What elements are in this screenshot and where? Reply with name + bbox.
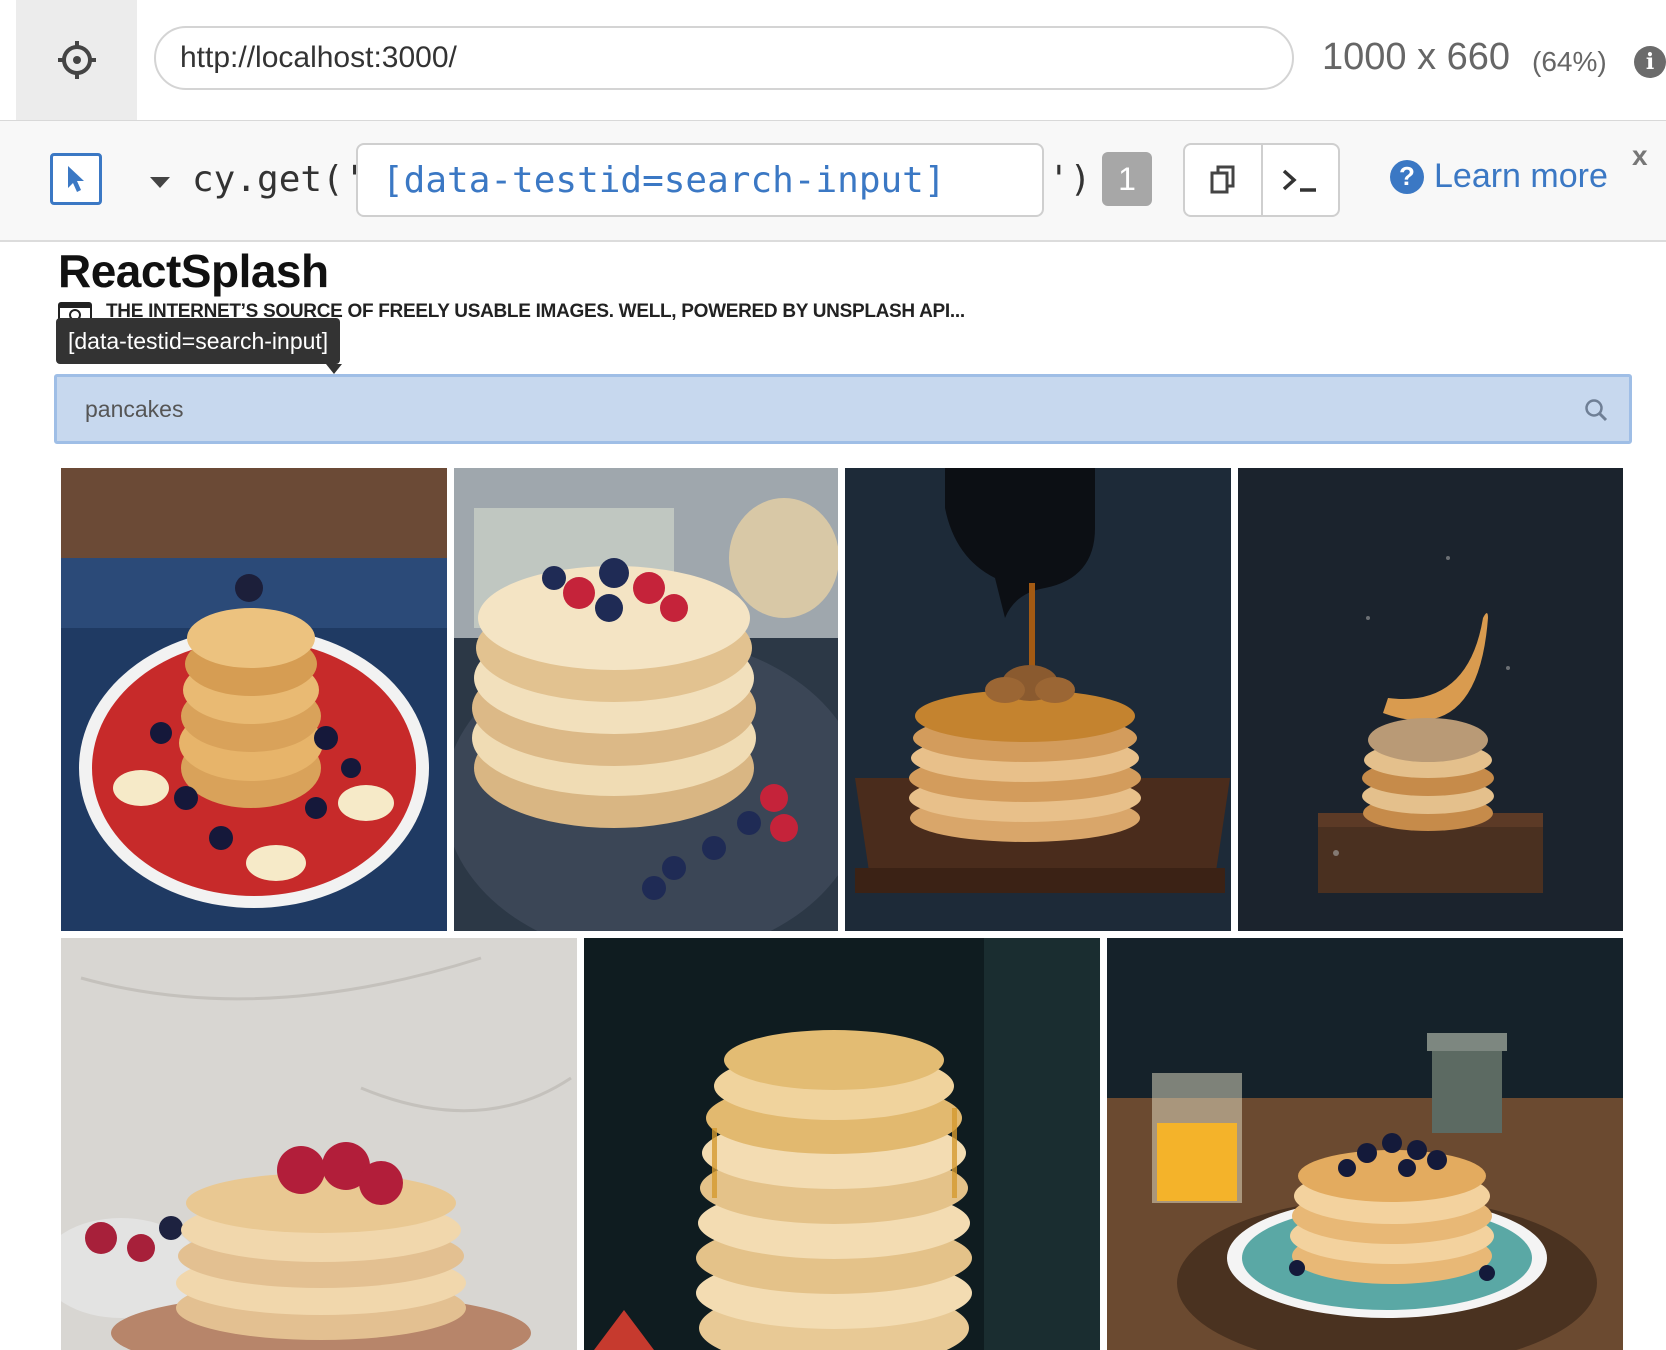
search-input-value: pancakes (85, 395, 184, 422)
method-label: cy.get(' (192, 159, 366, 200)
image-tile-7[interactable] (1107, 938, 1623, 1350)
close-playground-button[interactable]: x (1632, 140, 1648, 172)
pancakes-honey-stack-photo (584, 938, 1100, 1350)
image-tile-6[interactable] (584, 938, 1100, 1350)
image-tile-2[interactable] (454, 468, 838, 931)
image-tile-3[interactable] (845, 468, 1231, 931)
search-input[interactable]: pancakes (54, 374, 1632, 444)
selector-playground: cy.get(' [data-testid=search-input] ') 1… (0, 121, 1666, 242)
image-tile-4[interactable] (1238, 468, 1623, 931)
match-count-badge: 1 (1102, 152, 1152, 206)
playground-actions (1183, 143, 1340, 217)
image-tile-1[interactable] (61, 468, 447, 931)
pancakes-berries-photo (454, 468, 838, 931)
copy-button[interactable] (1185, 145, 1263, 215)
copy-icon (1210, 165, 1235, 194)
viewport-percent: (64%) (1532, 46, 1607, 77)
pancakes-raspberries-photo (61, 938, 577, 1350)
selector-tooltip: [data-testid=search-input] (56, 318, 343, 374)
learn-more-link[interactable]: ? Learn more (1390, 157, 1608, 196)
method-dropdown-caret-icon[interactable] (150, 177, 170, 188)
cursor-icon (68, 166, 84, 192)
selector-toggle-button[interactable] (50, 153, 102, 205)
learn-more-label: Learn more (1434, 157, 1608, 195)
pancakes-syrup-pour-photo (845, 468, 1231, 931)
image-tile-5[interactable] (61, 938, 577, 1350)
method-close-label: ') (1048, 159, 1092, 200)
selector-target-button[interactable] (16, 0, 137, 120)
viewport-size: 1000 x 660 (1322, 36, 1511, 78)
pancake-flip-photo (1238, 468, 1623, 931)
app-title: ReactSplash (58, 245, 329, 297)
url-input[interactable]: http://localhost:3000/ (154, 26, 1294, 90)
search-icon (1585, 399, 1608, 422)
url-bar: http://localhost:3000/ 1000 x 660 (64%) … (0, 0, 1666, 121)
selector-input[interactable]: [data-testid=search-input] (356, 143, 1044, 217)
pancakes-red-plate-photo (61, 468, 447, 931)
terminal-icon (1283, 169, 1317, 192)
print-to-console-button[interactable] (1263, 145, 1339, 215)
info-icon[interactable]: i (1634, 46, 1666, 78)
question-circle-icon: ? (1390, 159, 1424, 194)
crosshair-icon (57, 41, 96, 79)
pancakes-blueberries-table-photo (1107, 938, 1623, 1350)
